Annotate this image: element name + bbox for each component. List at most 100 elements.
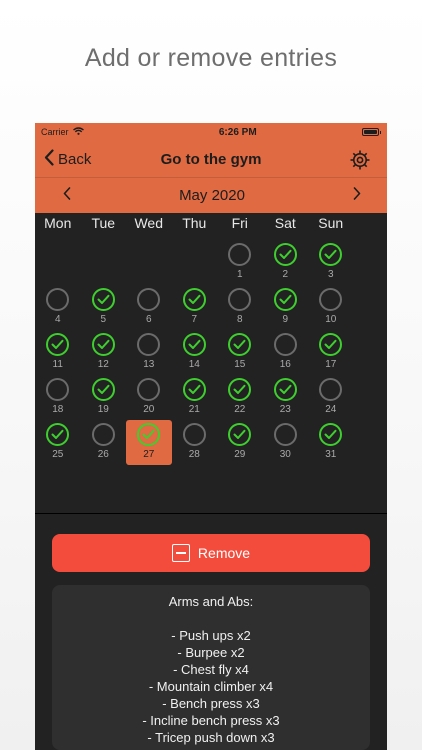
day-cell[interactable]: 20 (126, 375, 172, 420)
weekday-label: Mon (44, 215, 72, 231)
chevron-left-icon (44, 149, 54, 170)
day-number: 3 (327, 269, 334, 280)
day-cell[interactable]: 28 (172, 420, 218, 465)
day-number: 28 (188, 449, 200, 460)
day-number: 19 (97, 404, 109, 415)
empty-circle-icon (228, 288, 252, 311)
day-cell[interactable]: 14 (172, 330, 218, 375)
next-month-button[interactable] (349, 186, 365, 206)
day-cell[interactable]: 24 (308, 375, 354, 420)
wifi-icon (72, 127, 84, 137)
weekday-label: Wed (134, 215, 164, 231)
day-number: 30 (279, 449, 291, 460)
day-cell[interactable]: 5 (81, 285, 127, 330)
back-label: Back (58, 151, 92, 168)
day-cell[interactable]: 6 (126, 285, 172, 330)
day-cell[interactable]: 30 (263, 420, 309, 465)
day-number: 22 (234, 404, 246, 415)
weekday-label: Sun (318, 215, 344, 231)
day-cell[interactable]: 1 (217, 240, 263, 285)
empty-circle-icon (137, 288, 161, 311)
day-number: 2 (282, 269, 289, 280)
calendar: Mon Tue Wed Thu Fri Sat Sun 1 2 3 4 5 6 7 8 9 10 1… (35, 213, 387, 513)
day-number: 1 (236, 269, 243, 280)
day-cell[interactable]: 22 (217, 375, 263, 420)
day-cell[interactable]: 31 (308, 420, 354, 465)
day-cell[interactable]: 16 (263, 330, 309, 375)
day-cell[interactable]: 11 (35, 330, 81, 375)
month-label: May 2020 (179, 187, 245, 204)
check-circle-icon (273, 243, 297, 266)
day-number: 7 (191, 314, 198, 325)
day-number: 9 (282, 314, 289, 325)
day-cell[interactable]: 7 (172, 285, 218, 330)
empty-circle-icon (182, 423, 206, 446)
day-cell[interactable]: 8 (217, 285, 263, 330)
notes-title: Arms and Abs: (168, 594, 254, 609)
day-number: 20 (143, 404, 155, 415)
day-cell[interactable]: 9 (263, 285, 309, 330)
check-circle-icon (182, 333, 206, 356)
day-cell[interactable]: 15 (217, 330, 263, 375)
day-number: 10 (325, 314, 337, 325)
day-cell[interactable]: 21 (172, 375, 218, 420)
day-number: 29 (234, 449, 246, 460)
carrier-label: Carrier (41, 127, 69, 137)
empty-circle-icon (319, 378, 343, 401)
check-circle-icon (228, 378, 252, 401)
day-number: 17 (325, 359, 337, 370)
headline: Add or remove entries (84, 44, 338, 72)
day-cell[interactable]: 18 (35, 375, 81, 420)
day-number: 15 (234, 359, 246, 370)
page-title: Go to the gym (160, 150, 262, 168)
day-cell[interactable]: 13 (126, 330, 172, 375)
check-circle-icon (273, 288, 297, 311)
day-cell[interactable]: 26 (81, 420, 127, 465)
empty-circle-icon (228, 243, 252, 266)
day-number: 4 (54, 314, 61, 325)
settings-button[interactable] (349, 149, 371, 176)
check-circle-icon (228, 333, 252, 356)
day-cell[interactable]: 19 (81, 375, 127, 420)
day-cell[interactable]: 23 (263, 375, 309, 420)
notes-line: - Burpee x2 (177, 645, 245, 660)
day-number: 26 (97, 449, 109, 460)
check-circle-icon (91, 333, 115, 356)
day-number: 11 (52, 359, 63, 370)
check-circle-icon (182, 288, 206, 311)
remove-button[interactable]: Remove (52, 534, 370, 572)
day-cell-selected[interactable]: 27 (126, 420, 172, 465)
day-cell[interactable]: 10 (308, 285, 354, 330)
status-left: Carrier (41, 127, 84, 137)
day-cell[interactable]: 17 (308, 330, 354, 375)
back-button[interactable]: Back (44, 149, 91, 170)
notes-line: - Mountain climber x4 (148, 679, 274, 694)
notes-line: - Push ups x2 (171, 628, 251, 643)
empty-circle-icon (137, 333, 161, 356)
notes-line: - Tricep push down x3 (147, 730, 275, 745)
chevron-right-icon (353, 186, 361, 205)
day-cell[interactable]: 3 (308, 240, 354, 285)
notes-line: - Bench press x3 (162, 696, 260, 711)
day-number: 25 (52, 449, 64, 460)
status-time: 6:26 PM (218, 126, 257, 138)
status-bar: Carrier 6:26 PM (35, 123, 387, 141)
weekday-label: Fri (231, 215, 248, 231)
previous-month-button[interactable] (59, 186, 75, 206)
check-circle-icon (46, 333, 70, 356)
day-cell[interactable]: 2 (263, 240, 309, 285)
day-cell[interactable]: 4 (35, 285, 81, 330)
check-circle-icon (91, 378, 115, 401)
check-circle-icon (137, 423, 161, 446)
nav-bar: Back Go to the gym (35, 141, 387, 178)
entry-panel: Remove Arms and Abs: - Push ups x2 - Bur… (35, 513, 387, 750)
day-cell[interactable]: 29 (217, 420, 263, 465)
day-number: 13 (143, 359, 155, 370)
notes-card: Arms and Abs: - Push ups x2 - Burpee x2 … (52, 585, 370, 750)
check-circle-icon (319, 243, 343, 266)
battery-icon (362, 128, 381, 136)
day-cell[interactable]: 25 (35, 420, 81, 465)
check-circle-icon (319, 333, 343, 356)
day-cell[interactable]: 12 (81, 330, 127, 375)
day-number: 12 (97, 359, 109, 370)
